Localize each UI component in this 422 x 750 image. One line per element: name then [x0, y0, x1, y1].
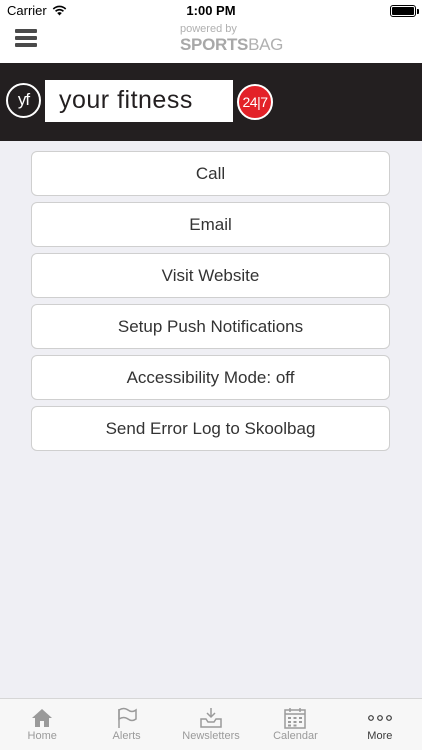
- powered-by-label: powered by: [180, 23, 237, 35]
- brand-name: your fitness: [45, 80, 233, 122]
- sportsbag-wordmark: SPORTSBAG: [180, 35, 284, 54]
- flag-icon: [117, 707, 137, 728]
- inbox-icon: [200, 708, 222, 728]
- tab-home[interactable]: Home: [0, 699, 84, 750]
- tab-home-label: Home: [27, 730, 57, 742]
- menu-icon[interactable]: [15, 27, 37, 49]
- sportsbag-light: BAG: [248, 35, 284, 54]
- home-icon: [32, 709, 53, 727]
- tab-more[interactable]: More: [338, 699, 422, 750]
- tab-more-label: More: [367, 730, 393, 742]
- calendar-icon: [284, 708, 307, 729]
- more-icon: [367, 715, 392, 721]
- email-button[interactable]: Email: [31, 202, 390, 247]
- setup-push-notifications-button[interactable]: Setup Push Notifications: [31, 304, 390, 349]
- tab-alerts-label: Alerts: [112, 730, 141, 742]
- yf-logo: yf: [6, 83, 41, 118]
- brand-banner: yf your fitness 24|7: [0, 63, 422, 141]
- nav-bar: powered by SPORTSBAG: [0, 22, 422, 63]
- tab-newsletters-label: Newsletters: [182, 730, 240, 742]
- send-error-log-button[interactable]: Send Error Log to Skoolbag: [31, 406, 390, 451]
- tab-newsletters[interactable]: Newsletters: [169, 699, 253, 750]
- accessibility-mode-button[interactable]: Accessibility Mode: off: [31, 355, 390, 400]
- call-button[interactable]: Call: [31, 151, 390, 196]
- tab-calendar-label: Calendar: [273, 730, 318, 742]
- status-time: 1:00 PM: [186, 3, 236, 18]
- battery-icon: [390, 5, 419, 17]
- status-bar: Carrier 1:00 PM: [0, 0, 422, 22]
- tab-calendar[interactable]: Calendar: [253, 699, 337, 750]
- powered-by-sportsbag-logo: powered by SPORTSBAG: [180, 23, 284, 55]
- visit-website-button[interactable]: Visit Website: [31, 253, 390, 298]
- tab-alerts[interactable]: Alerts: [84, 699, 168, 750]
- sportsbag-bold: SPORTS: [180, 35, 249, 54]
- tab-bar: Home Alerts Newsletters Calendar More: [0, 698, 422, 750]
- badge-247: 24|7: [237, 84, 273, 120]
- more-menu: Call Email Visit Website Setup Push Noti…: [31, 151, 390, 457]
